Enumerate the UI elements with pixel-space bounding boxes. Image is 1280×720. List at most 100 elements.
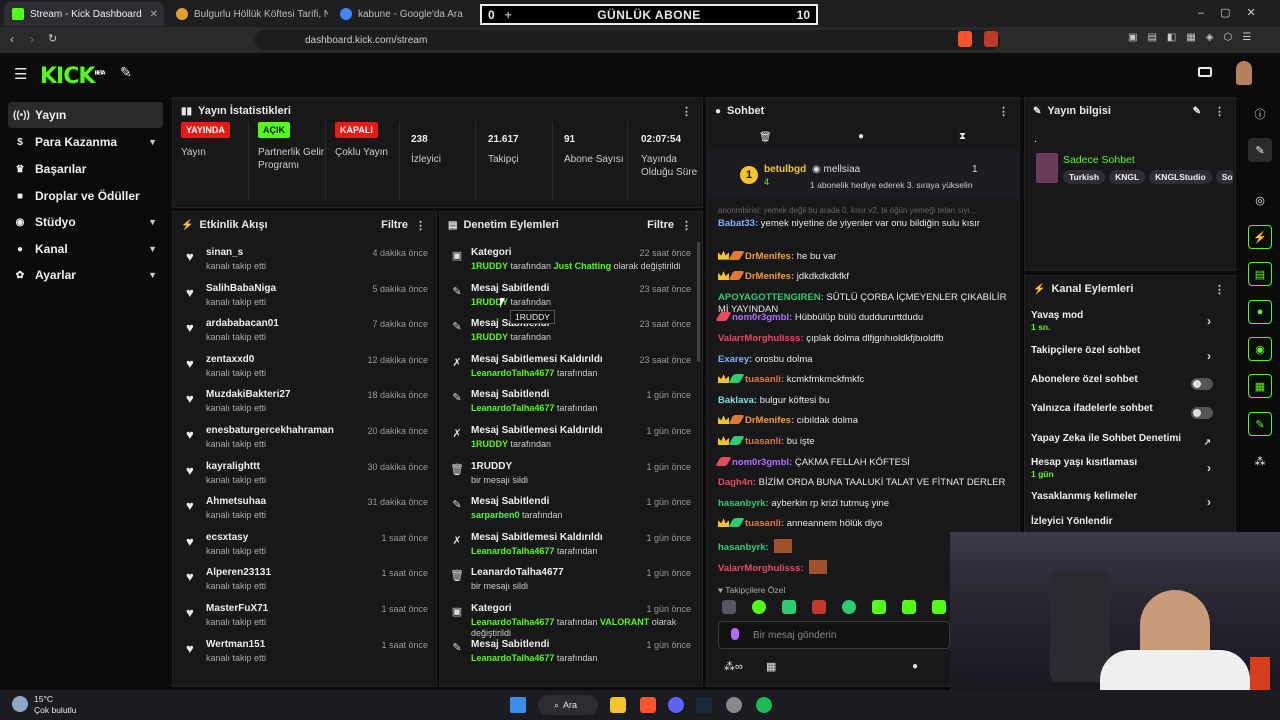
sidebar-item-droplar[interactable]: ■ Droplar ve Ödüller	[8, 183, 163, 209]
emote-icon[interactable]	[722, 600, 736, 614]
mod-user-link[interactable]: LeanardoTalha4677	[471, 617, 554, 627]
chat-username[interactable]: Baklava	[718, 395, 754, 406]
sidebar-item-ayarlar[interactable]: ✿ Ayarlar ▼	[8, 262, 163, 288]
channel-action-0[interactable]: Yavaş mod 1 sn. ›	[1031, 310, 1221, 336]
list-item[interactable]: ✗ Mesaj Sabitlemesi Kaldırıldı LeanardoTal…	[447, 352, 695, 388]
toggle-switch[interactable]	[1191, 407, 1213, 419]
brave-browser-icon[interactable]	[640, 697, 656, 713]
chat-username[interactable]: hasanbyrk	[718, 542, 766, 553]
community-icon[interactable]: ⁂	[1248, 449, 1272, 473]
chat-username[interactable]: ValarrMorghulisss	[718, 333, 800, 344]
chat-username[interactable]: Dagh4n	[718, 477, 753, 488]
menu-icon[interactable]: ☰	[14, 65, 27, 83]
tag-pill[interactable]: KNGLStudio	[1149, 170, 1212, 184]
more-icon[interactable]: ⋮	[681, 219, 692, 232]
chat-username[interactable]: tuasanli	[745, 374, 781, 385]
list-item[interactable]: ♥ MasterFuX71 kanalı takip etti 1 saat önce	[182, 601, 432, 637]
channel-action-6[interactable]: Yasaklanmış kelimeler ›	[1031, 491, 1221, 517]
chat-username[interactable]: tuasanli	[745, 518, 781, 529]
mod-user-link[interactable]: LeanardoTalha4677	[471, 368, 554, 378]
list-item[interactable]: ♥ Alperen23131 kanalı takip etti 1 saat önc…	[182, 565, 432, 601]
tab-google-search[interactable]: kabune - Google'da Ara	[332, 2, 472, 26]
community-icon[interactable]: ⁂∞	[724, 660, 743, 673]
wrench-icon[interactable]: ✎	[1248, 412, 1272, 436]
app-icon[interactable]	[726, 697, 742, 713]
mod-user-link[interactable]: VALORANT	[600, 617, 649, 627]
event-user[interactable]: ardababacan01	[206, 318, 279, 329]
tab-kick-dashboard[interactable]: Stream - Kick Dashboard ✕	[4, 2, 164, 26]
chat-username[interactable]: hasanbyrk	[718, 498, 766, 509]
chat-username[interactable]: DrMenifes	[745, 271, 791, 282]
more-icon[interactable]: ⋮	[681, 105, 692, 118]
emote-icon[interactable]	[932, 600, 946, 614]
filter-button[interactable]: Filtre	[647, 219, 674, 231]
channel-action-5[interactable]: Hesap yaşı kısıtlaması 1 gün ›	[1031, 457, 1221, 483]
event-user[interactable]: zentaxxd0	[206, 354, 254, 365]
emote-icon[interactable]	[872, 600, 886, 614]
chat-username[interactable]: DrMenifes	[745, 415, 791, 426]
leaderboard-user[interactable]: mellsiaa	[824, 164, 861, 175]
event-user[interactable]: sinan_s	[206, 247, 243, 258]
list-item[interactable]: ♥ kayralighttt kanalı takip etti 30 dakika …	[182, 459, 432, 495]
mod-user-link[interactable]: LeanardoTalha4677	[471, 403, 554, 413]
chat-username[interactable]: nom0r3gmbl	[732, 457, 789, 468]
list-item[interactable]: ▣ Kategori LeanardoTalha4677 tarafından VA…	[447, 601, 695, 638]
sidebar-item-kanal[interactable]: ● Kanal ▼	[8, 236, 163, 262]
mod-user-link[interactable]: Just Chatting	[554, 261, 612, 271]
list-item[interactable]: 🗑 1RUDDY bir mesajı sildi 1 gün önce	[447, 459, 695, 495]
more-icon[interactable]: ⋮	[998, 105, 1009, 118]
steam-icon[interactable]	[696, 697, 712, 713]
spotify-icon[interactable]	[756, 697, 772, 713]
avatar[interactable]	[1236, 61, 1252, 85]
file-explorer-icon[interactable]	[610, 697, 626, 713]
weather-temp[interactable]: 15°C	[34, 694, 53, 704]
toggle-switch[interactable]	[1191, 378, 1213, 390]
list-item[interactable]: ✎ Mesaj Sabitlendi LeanardoTalha4677 taraf…	[447, 387, 695, 423]
list-item[interactable]: ✎ Mesaj Sabitlendi sarparben0 tarafından 1 …	[447, 494, 695, 530]
list-item[interactable]: ♥ zentaxxd0 kanalı takip etti 12 dakika önc…	[182, 352, 432, 388]
event-user[interactable]: Wertman151	[206, 639, 265, 650]
edit-icon[interactable]: ✎	[1248, 138, 1272, 162]
scrollbar[interactable]	[697, 242, 700, 362]
event-user[interactable]: MasterFuX71	[206, 603, 268, 614]
chat-username[interactable]: Exarey	[718, 354, 749, 365]
list-item[interactable]: ♥ Ahmetsuhaa kanalı takip etti 31 dakika ön…	[182, 494, 432, 530]
list-item[interactable]: ♥ ardababacan01 kanalı takip etti 7 dakika …	[182, 316, 432, 352]
mod-user-link[interactable]: 1RUDDY	[471, 332, 508, 342]
chat-username[interactable]: ValarrMorghulisss	[718, 563, 800, 574]
emote-icon[interactable]	[782, 600, 796, 614]
url-field[interactable]: dashboard.kick.com/stream	[255, 30, 1000, 50]
chat-bubble-icon[interactable]: ●	[858, 131, 864, 142]
leaderboard-user[interactable]: betulbgd	[764, 164, 806, 175]
filter-button[interactable]: Filtre	[381, 219, 408, 231]
mod-user-link[interactable]: LeanardoTalha4677	[471, 546, 554, 556]
mod-user-link[interactable]: 1RUDDY	[471, 261, 508, 271]
chat-username[interactable]: nom0r3gmbl	[732, 312, 789, 323]
lightning-icon[interactable]: ⚡	[1248, 225, 1272, 249]
broadcast-icon[interactable]: ◉	[1248, 337, 1272, 361]
weather-text[interactable]: Çok bulutlu	[34, 705, 77, 715]
event-user[interactable]: enesbaturgercekhahraman	[206, 425, 334, 436]
list-item[interactable]: ♥ sinan_s kanalı takip etti 4 dakika önce	[182, 245, 432, 281]
taskbar-search[interactable]: ⌕ Ara	[538, 695, 598, 715]
tag-pill[interactable]: Turkish	[1063, 170, 1106, 184]
chat-settings-icon[interactable]: ●	[912, 661, 918, 672]
microphone-icon[interactable]	[731, 628, 739, 640]
close-tab-icon[interactable]: ✕	[150, 9, 158, 20]
tag-pill[interactable]: So	[1215, 170, 1233, 184]
channel-action-1[interactable]: Takipçilere özel sohbet ›	[1031, 345, 1221, 371]
camera-icon[interactable]: ◎	[1248, 188, 1272, 212]
chat-icon[interactable]: ●	[1248, 300, 1272, 324]
chat-input[interactable]: Bir mesaj gönderin	[718, 621, 950, 649]
event-user[interactable]: kayralighttt	[206, 461, 260, 472]
channel-action-4[interactable]: Yapay Zeka ile Sohbet Denetimi ↗	[1031, 433, 1221, 459]
event-user[interactable]: ecsxtasy	[206, 532, 248, 543]
windows-start-icon[interactable]	[510, 697, 526, 713]
sidebar-item-para-kazanma[interactable]: $ Para Kazanma ▼	[8, 129, 163, 155]
chat-username[interactable]: Babat33	[718, 218, 755, 229]
mod-user-link[interactable]: 1RUDDY	[471, 439, 508, 449]
mod-user-link[interactable]: sarparben0	[471, 510, 520, 520]
list-item[interactable]: ▣ Kategori 1RUDDY tarafından Just Chatting…	[447, 245, 695, 281]
discord-icon[interactable]	[668, 697, 684, 713]
sidebar-item-studyo[interactable]: ◉ Stüdyo ▼	[8, 209, 163, 235]
